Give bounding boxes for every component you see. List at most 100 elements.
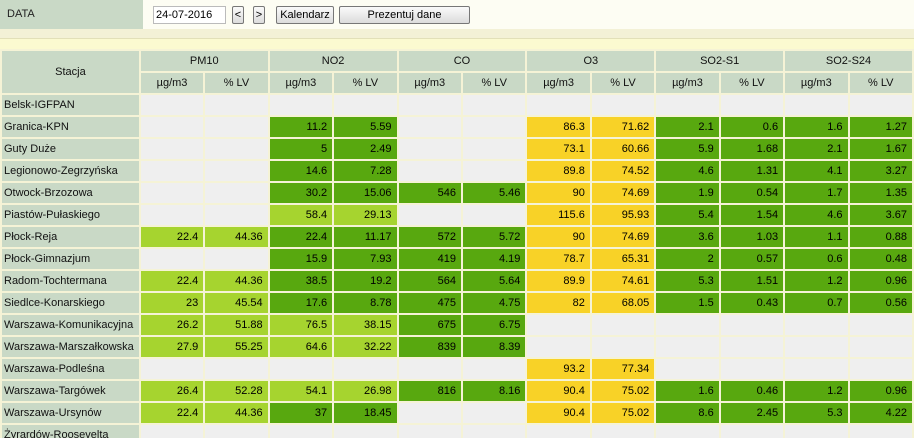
measurement-cell: 5.72 — [461, 225, 528, 249]
measurement-cell: 1.27 — [847, 115, 914, 139]
measurement-cell: 44.36 — [203, 401, 270, 425]
unit-header: µg/m3 — [525, 71, 592, 95]
table-row: Warszawa-Marszałkowska 27.9 55.25 64.6 32.22… — [0, 335, 914, 359]
measurement-cell — [203, 115, 270, 139]
measurement-cell — [203, 203, 270, 227]
measurement-cell: 75.02 — [589, 379, 657, 403]
date-label-cell: DATA — [0, 0, 143, 29]
measurement-cell: 77.34 — [589, 357, 657, 381]
measurement-cell: 675 — [396, 313, 464, 337]
measurement-cell — [461, 401, 528, 425]
date-input[interactable]: 24-07-2016 — [153, 6, 226, 24]
pollutant-header: PM10 — [138, 49, 270, 73]
measurement-cell — [332, 423, 399, 438]
measurement-cell: 7.93 — [332, 247, 399, 271]
unit-header: % LV — [203, 71, 270, 95]
measurement-cell — [847, 335, 914, 359]
measurement-cell: 89.8 — [525, 159, 592, 183]
table-row: Belsk-IGFPAN — [0, 93, 914, 117]
station-name: Warszawa-Komunikacyjna — [0, 313, 141, 337]
station-name: Guty Duże — [0, 137, 141, 161]
measurement-cell: 29.13 — [332, 203, 399, 227]
measurement-cell: 82 — [525, 291, 592, 315]
measurement-cell — [138, 181, 206, 205]
measurement-cell — [654, 423, 721, 438]
unit-header: % LV — [847, 71, 914, 95]
measurement-cell: 816 — [396, 379, 464, 403]
table-row: Warszawa-Komunikacyjna 26.2 51.88 76.5 38.15… — [0, 313, 914, 337]
measurement-cell: 1.6 — [783, 115, 850, 139]
calendar-button[interactable]: Kalendarz — [276, 6, 334, 24]
measurement-cell: 2 — [654, 247, 721, 271]
measurement-cell — [461, 159, 528, 183]
measurement-cell — [461, 203, 528, 227]
measurement-cell: 30.2 — [267, 181, 335, 205]
unit-header: % LV — [332, 71, 399, 95]
measurement-cell: 572 — [396, 225, 464, 249]
measurement-cell: 54.1 — [267, 379, 335, 403]
station-name: Siedlce-Konarskiego — [0, 291, 141, 315]
measurement-cell: 1.9 — [654, 181, 721, 205]
measurement-cell: 3.67 — [847, 203, 914, 227]
measurement-cell — [396, 159, 464, 183]
measurement-cell — [525, 423, 592, 438]
measurement-cell: 11.17 — [332, 225, 399, 249]
table-row: Warszawa-Podleśna 93.2 77.34 — [0, 357, 914, 381]
measurement-cell: 95.93 — [589, 203, 657, 227]
measurement-cell: 74.61 — [589, 269, 657, 293]
measurement-cell: 1.5 — [654, 291, 721, 315]
measurement-cell — [203, 137, 270, 161]
measurement-cell: 564 — [396, 269, 464, 293]
measurement-cell: 8.6 — [654, 401, 721, 425]
date-label: DATA — [7, 8, 35, 20]
unit-header: µg/m3 — [396, 71, 464, 95]
measurement-cell: 55.25 — [203, 335, 270, 359]
measurement-cell: 115.6 — [525, 203, 592, 227]
table-row: Legionowo-Zegrzyńska 14.6 7.28 89.8 74.52 4.6… — [0, 159, 914, 183]
pollutant-header-row: Stacja PM10 NO2 CO O3 SO2-S1 SO2-S24 — [0, 49, 914, 95]
station-name: Granica-KPN — [0, 115, 141, 139]
measurement-cell: 5.9 — [654, 137, 721, 161]
measurement-cell — [654, 335, 721, 359]
measurement-cell — [461, 357, 528, 381]
station-name: Żyrardów-Roosevelta — [0, 423, 141, 438]
measurement-cell — [718, 313, 786, 337]
measurement-cell: 17.6 — [267, 291, 335, 315]
measurement-cell: 15.06 — [332, 181, 399, 205]
measurement-cell — [589, 313, 657, 337]
measurement-cell — [525, 313, 592, 337]
measurement-cell: 58.4 — [267, 203, 335, 227]
measurement-cell: 75.02 — [589, 401, 657, 425]
measurement-cell: 22.4 — [138, 225, 206, 249]
next-day-button[interactable]: > — [253, 6, 265, 24]
separator-strip — [0, 29, 914, 38]
measurement-cell: 0.96 — [847, 269, 914, 293]
measurement-cell: 0.43 — [718, 291, 786, 315]
measurement-cell: 5.3 — [783, 401, 850, 425]
previous-day-button[interactable]: < — [232, 6, 244, 24]
table-row: Płock-Reja 22.4 44.36 22.4 11.17 572 5.72 90 74.… — [0, 225, 914, 249]
table-row: Otwock-Brzozowa 30.2 15.06 546 5.46 90 74.69 1.… — [0, 181, 914, 205]
measurement-cell: 0.57 — [718, 247, 786, 271]
station-name: Belsk-IGFPAN — [0, 93, 141, 117]
measurement-cell — [654, 357, 721, 381]
measurement-cell: 45.54 — [203, 291, 270, 315]
measurement-cell: 89.9 — [525, 269, 592, 293]
measurement-cell: 0.54 — [718, 181, 786, 205]
measurement-cell: 2.1 — [783, 137, 850, 161]
measurement-cell — [783, 335, 850, 359]
measurement-cell: 74.52 — [589, 159, 657, 183]
measurement-cell — [783, 313, 850, 337]
measurement-cell: 4.6 — [654, 159, 721, 183]
measurement-cell — [396, 137, 464, 161]
measurement-cell: 1.51 — [718, 269, 786, 293]
measurement-cell — [396, 115, 464, 139]
unit-header: % LV — [461, 71, 528, 95]
measurement-cell — [589, 335, 657, 359]
measurement-cell: 1.6 — [654, 379, 721, 403]
pollutant-header: SO2-S24 — [783, 49, 914, 73]
measurement-cell: 0.46 — [718, 379, 786, 403]
present-data-button[interactable]: Prezentuj dane — [339, 6, 470, 24]
station-name: Warszawa-Targówek — [0, 379, 141, 403]
measurement-cell — [267, 93, 335, 117]
